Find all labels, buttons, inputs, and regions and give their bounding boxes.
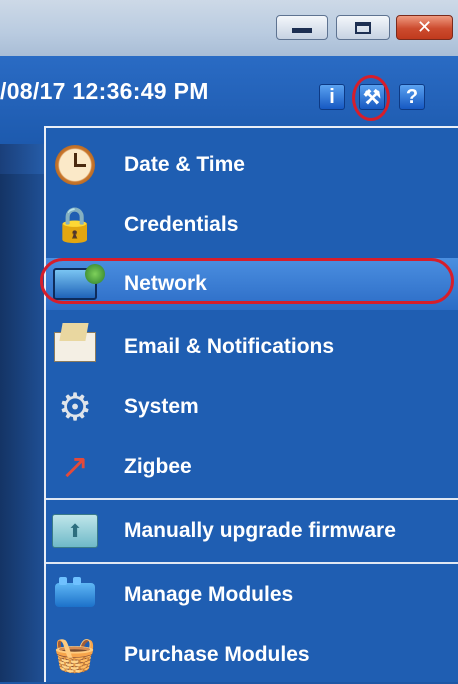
window-titlebar: ✕: [0, 0, 458, 56]
menu-divider: [46, 562, 458, 564]
maximize-icon: [355, 21, 371, 34]
envelope-icon: [52, 324, 98, 370]
clock-icon: [52, 142, 98, 188]
menu-item-label: Manually upgrade firmware: [124, 519, 396, 542]
settings-dropdown-menu: Date & Time 🔒 Credentials Network Email …: [44, 126, 458, 682]
info-icon: i: [329, 85, 335, 108]
minimize-button[interactable]: [276, 15, 328, 40]
menu-item-purchase-modules[interactable]: 🧺 Purchase Modules: [46, 626, 458, 684]
network-highlight-ring: [40, 258, 454, 304]
maximize-button[interactable]: [336, 15, 390, 40]
background-panel: [0, 144, 44, 682]
close-button[interactable]: ✕: [396, 15, 453, 40]
menu-item-label: Email & Notifications: [124, 335, 335, 358]
tools-highlight-ring: [352, 75, 390, 121]
info-button[interactable]: i: [319, 84, 345, 110]
menu-item-label: Credentials: [124, 213, 239, 236]
menu-item-system[interactable]: ⚙ System: [46, 378, 458, 436]
menu-item-credentials[interactable]: 🔒 Credentials: [46, 196, 458, 254]
close-icon: ✕: [416, 17, 433, 38]
help-button[interactable]: ?: [399, 84, 425, 110]
help-icon: ?: [405, 85, 419, 108]
menu-item-label: Date & Time: [124, 153, 245, 176]
menu-item-date-time[interactable]: Date & Time: [46, 136, 458, 194]
upgrade-icon: ⬆: [52, 508, 98, 554]
menu-item-email-notifications[interactable]: Email & Notifications: [46, 318, 458, 376]
zigbee-icon: ↗: [60, 447, 90, 487]
menu-item-label: Manage Modules: [124, 583, 294, 606]
gear-icon: ⚙: [57, 385, 93, 429]
lock-icon: 🔒: [53, 205, 97, 245]
menu-item-upgrade-firmware[interactable]: ⬆ Manually upgrade firmware: [46, 502, 458, 560]
modules-icon: [52, 572, 98, 618]
menu-item-manage-modules[interactable]: Manage Modules: [46, 566, 458, 624]
minimize-icon: [292, 28, 312, 33]
basket-icon: 🧺: [53, 635, 97, 675]
menu-item-label: Zigbee: [124, 455, 192, 478]
menu-item-label: System: [124, 395, 199, 418]
menu-item-label: Purchase Modules: [124, 643, 310, 666]
datetime-display: /08/17 12:36:49 PM: [0, 78, 209, 104]
menu-divider: [46, 498, 458, 500]
menu-item-zigbee[interactable]: ↗ Zigbee: [46, 438, 458, 496]
background-shade: [0, 174, 44, 682]
